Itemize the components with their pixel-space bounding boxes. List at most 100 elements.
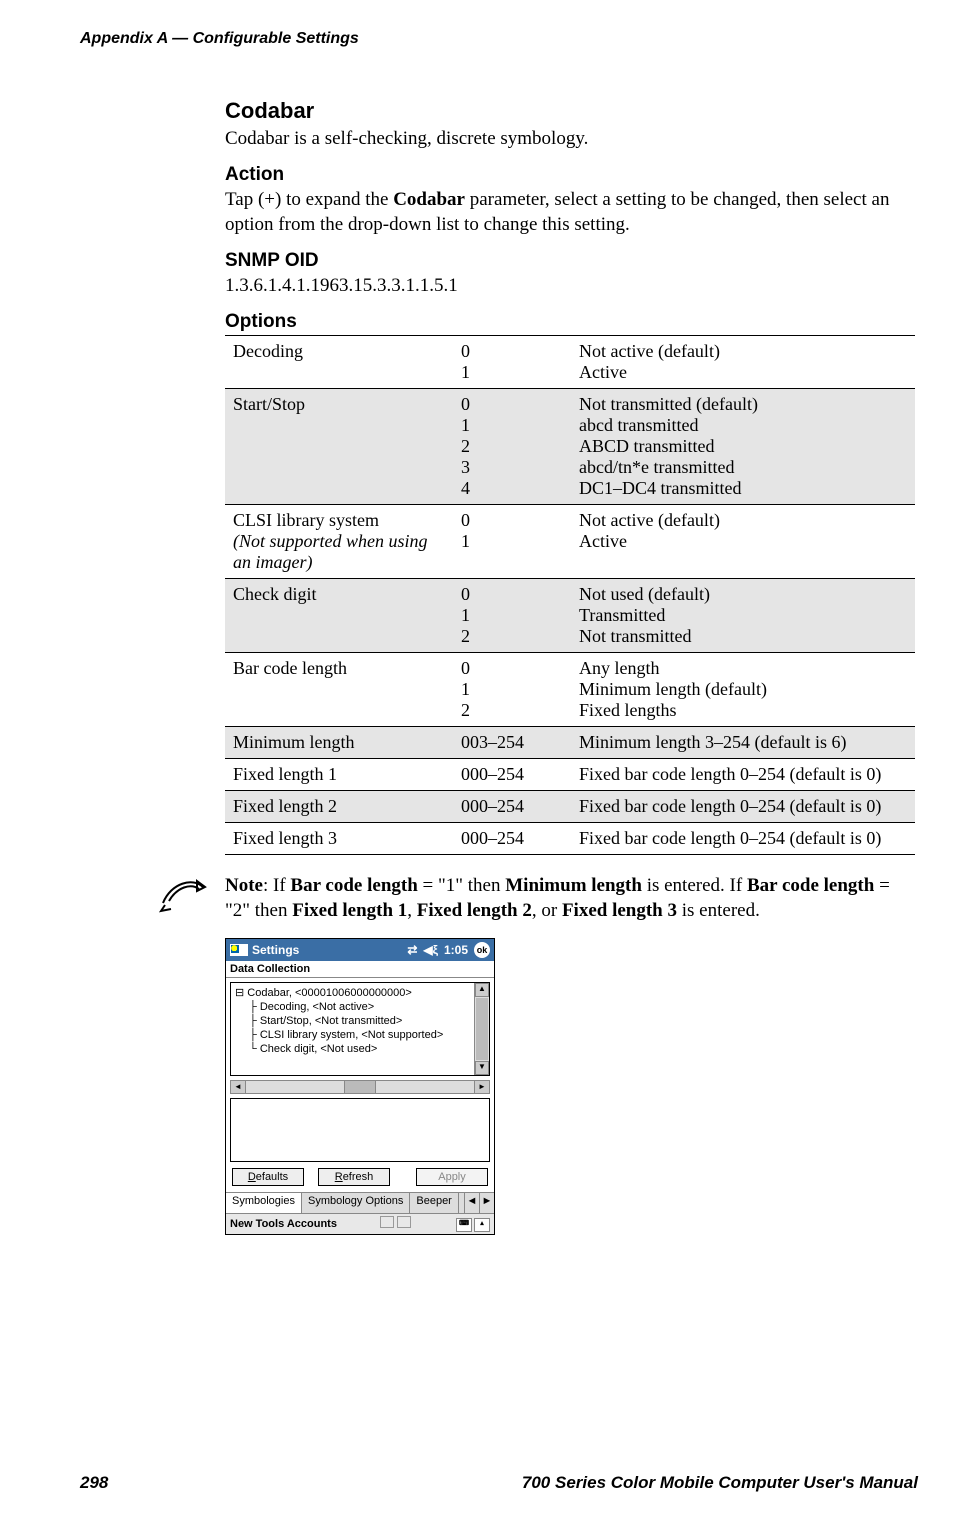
footer-icon-2[interactable] [397, 1216, 411, 1228]
table-row: Decoding01Not active (default)Active [225, 335, 915, 388]
note-b6: Fixed length 3 [562, 900, 677, 921]
running-header-text: Appendix A — Configurable Settings [80, 30, 359, 47]
note-t2: = "1" then [418, 875, 505, 896]
note-prefix: Note [225, 875, 263, 896]
tree-root[interactable]: ⊟ Codabar, <00001006000000000> [233, 985, 489, 1000]
ss-footer-icons: ⌨▴ [454, 1216, 490, 1232]
tree-item[interactable]: └ Check digit, <Not used> [233, 1042, 489, 1056]
running-header: Appendix A — Configurable Settings [80, 30, 918, 48]
ss-detail-box[interactable] [230, 1098, 490, 1162]
ss-tree[interactable]: ⊟ Codabar, <00001006000000000> ├ Decodin… [230, 982, 490, 1076]
scroll-right-icon[interactable]: ► [474, 1081, 489, 1093]
scroll-down-icon[interactable]: ▼ [475, 1061, 489, 1075]
manual-title: 700 Series Color Mobile Computer User's … [522, 1473, 918, 1493]
table-row: Bar code length012Any lengthMinimum leng… [225, 652, 915, 726]
note-b2: Minimum length [505, 875, 642, 896]
note-t3: is entered. If [642, 875, 747, 896]
ok-button[interactable]: ok [474, 942, 490, 958]
action-body: Tap (+) to expand the Codabar parameter,… [225, 187, 915, 238]
options-heading: Options [225, 311, 915, 333]
option-name-cell: Minimum length [225, 726, 453, 758]
tab-nav-left-icon[interactable]: ◄ [464, 1193, 479, 1213]
tree-item-label: Decoding, <Not active> [260, 1001, 374, 1013]
note-text: Note: If Bar code length = "1" then Mini… [225, 873, 918, 924]
tab-symbologies[interactable]: Symbologies [226, 1193, 302, 1213]
option-code-cell: 000–254 [453, 790, 571, 822]
option-code-cell: 000–254 [453, 822, 571, 854]
defaults-button[interactable]: Defaults [232, 1168, 304, 1186]
snmp-heading: SNMP OID [225, 250, 915, 272]
option-code-cell: 012 [453, 578, 571, 652]
ss-footer: New Tools Accounts ⌨▴ [226, 1213, 494, 1234]
option-desc-cell: Not used (default)TransmittedNot transmi… [571, 578, 915, 652]
note-t6: , or [532, 900, 562, 921]
note-t5: , [407, 900, 417, 921]
note-b5: Fixed length 2 [417, 900, 532, 921]
option-desc-cell: Fixed bar code length 0–254 (default is … [571, 758, 915, 790]
option-code-cell: 012 [453, 652, 571, 726]
ss-tabs: Symbologies Symbology Options Beeper ◄ ► [226, 1192, 494, 1213]
ss-panel-title: Data Collection [226, 961, 494, 978]
scroll-thumb[interactable] [476, 998, 488, 1060]
page-number: 298 [80, 1473, 108, 1493]
ss-title-left: Settings [230, 943, 299, 957]
table-row: CLSI library system(Not supported when u… [225, 504, 915, 578]
tab-nav-right-icon[interactable]: ► [479, 1193, 494, 1213]
scroll-left-icon[interactable]: ◄ [231, 1081, 246, 1093]
up-caret-icon[interactable]: ▴ [474, 1218, 490, 1232]
ss-menu-text[interactable]: New Tools Accounts [230, 1218, 337, 1230]
option-name-cell: Fixed length 2 [225, 790, 453, 822]
start-flag-icon[interactable] [230, 944, 248, 956]
option-code-cell: 01 [453, 504, 571, 578]
option-code-cell: 01234 [453, 388, 571, 504]
section-title: Codabar [225, 98, 915, 124]
tree-item[interactable]: ├ CLSI library system, <Not supported> [233, 1028, 489, 1042]
option-name-cell: Decoding [225, 335, 453, 388]
apply-button: Apply [416, 1168, 488, 1186]
tree-item[interactable]: ├ Decoding, <Not active> [233, 1000, 489, 1014]
tree-item[interactable]: ├ Start/Stop, <Not transmitted> [233, 1014, 489, 1028]
options-table: Decoding01Not active (default)ActiveStar… [225, 335, 915, 855]
tab-symbology-options[interactable]: Symbology Options [302, 1193, 410, 1213]
tree-item-label: Start/Stop, <Not transmitted> [260, 1015, 402, 1027]
vertical-scrollbar[interactable]: ▲ ▼ [474, 983, 489, 1075]
option-code-cell: 01 [453, 335, 571, 388]
table-row: Check digit012Not used (default)Transmit… [225, 578, 915, 652]
refresh-button[interactable]: Refresh [318, 1168, 390, 1186]
option-name-cell: Fixed length 1 [225, 758, 453, 790]
action-bold: Codabar [393, 189, 465, 210]
speaker-icon[interactable]: ◀ξ [423, 943, 438, 957]
table-row: Fixed length 3000–254Fixed bar code leng… [225, 822, 915, 854]
snmp-value: 1.3.6.1.4.1.1963.15.3.3.1.1.5.1 [225, 273, 915, 299]
tab-beeper[interactable]: Beeper [410, 1193, 458, 1213]
option-desc-cell: Fixed bar code length 0–254 (default is … [571, 822, 915, 854]
ss-title-right: ⇄ ◀ξ 1:05 ok [407, 942, 490, 958]
option-desc-cell: Not active (default)Active [571, 504, 915, 578]
keyboard-icon[interactable]: ⌨ [456, 1218, 472, 1232]
tree-item-label: CLSI library system, <Not supported> [260, 1029, 443, 1041]
ss-button-row: Defaults Refresh Apply [226, 1168, 494, 1192]
horizontal-scrollbar[interactable]: ◄ ► [230, 1080, 490, 1094]
footer-icon-1[interactable] [380, 1216, 394, 1228]
option-desc-cell: Not active (default)Active [571, 335, 915, 388]
option-name-cell: Check digit [225, 578, 453, 652]
clock-text: 1:05 [444, 943, 468, 957]
screenshot-wrap: Settings ⇄ ◀ξ 1:05 ok Data Collection ⊟ … [225, 938, 915, 1235]
option-desc-cell: Any lengthMinimum length (default)Fixed … [571, 652, 915, 726]
scroll-up-icon[interactable]: ▲ [475, 983, 489, 997]
option-desc-cell: Not transmitted (default)abcd transmitte… [571, 388, 915, 504]
note-block: Note: If Bar code length = "1" then Mini… [225, 873, 918, 924]
note-b3: Bar code length [747, 875, 874, 896]
device-screenshot: Settings ⇄ ◀ξ 1:05 ok Data Collection ⊟ … [225, 938, 495, 1235]
note-icon [159, 873, 207, 913]
option-name-cell: Bar code length [225, 652, 453, 726]
connectivity-icon[interactable]: ⇄ [407, 943, 417, 957]
tree-root-label: Codabar, <00001006000000000> [247, 987, 412, 999]
refresh-label: efresh [343, 1171, 374, 1183]
hscroll-thumb[interactable] [344, 1081, 376, 1093]
page: Appendix A — Configurable Settings Codab… [0, 0, 978, 1521]
ss-titlebar: Settings ⇄ ◀ξ 1:05 ok [226, 939, 494, 961]
table-row: Minimum length003–254Minimum length 3–25… [225, 726, 915, 758]
option-code-cell: 000–254 [453, 758, 571, 790]
table-row: Start/Stop01234Not transmitted (default)… [225, 388, 915, 504]
